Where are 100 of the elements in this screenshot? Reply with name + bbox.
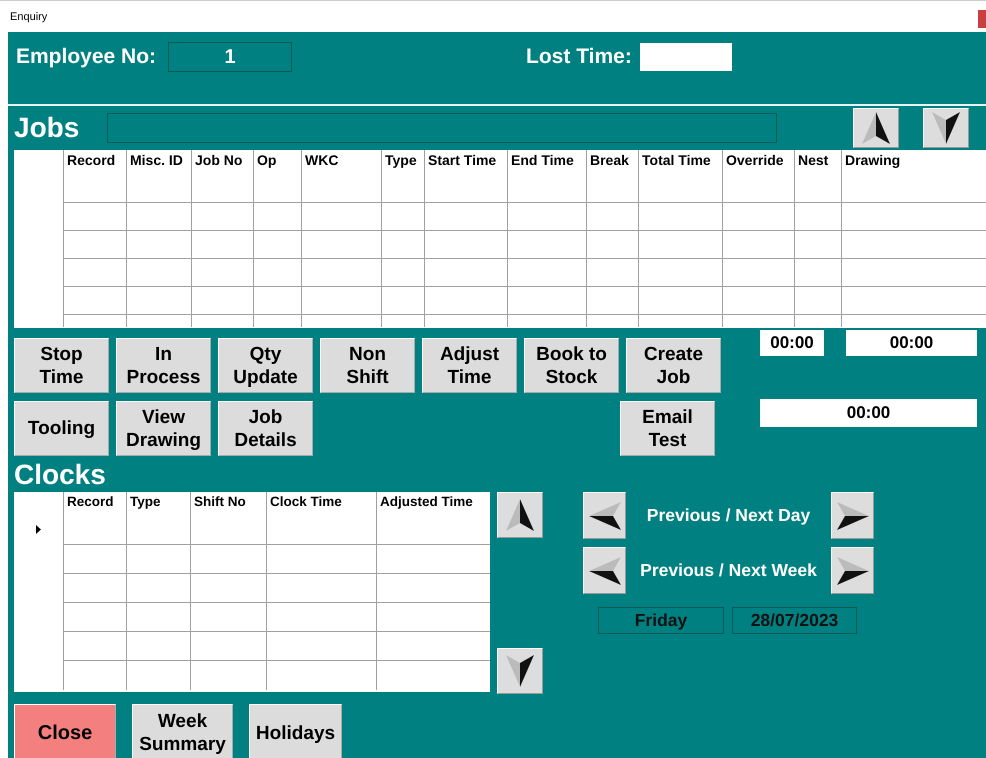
table-cell [381, 286, 424, 314]
day-navigation-label: Previous / Next Day [646, 505, 812, 526]
table-cell [586, 258, 638, 286]
time-total-field: 00:00 [760, 330, 824, 356]
table-cell [63, 286, 126, 314]
table-cell [191, 286, 253, 314]
table-cell [722, 230, 794, 258]
table-cell [63, 544, 126, 573]
action-button[interactable]: Book to Stock [524, 338, 619, 393]
table-cell [381, 202, 424, 230]
action-button[interactable]: Stop Time [14, 338, 109, 393]
employee-label: Employee No: [15, 45, 156, 69]
window-title: Enquiry [10, 10, 48, 22]
table-cell [126, 202, 191, 230]
table-cell [63, 314, 126, 327]
table-cell [126, 602, 190, 631]
column-header: Clock Time [270, 494, 342, 509]
column-header: Record [67, 152, 116, 168]
week-navigation-label: Previous / Next Week [639, 560, 818, 581]
table-cell [63, 602, 126, 631]
table-cell [191, 258, 253, 286]
table-cell [253, 230, 301, 258]
table-cell [586, 286, 638, 314]
column-header: Type [130, 494, 161, 509]
table-cell [253, 202, 301, 230]
table-cell [794, 230, 841, 258]
column-header: Job No [195, 152, 242, 168]
table-cell [794, 258, 841, 286]
next-week-button[interactable] [831, 547, 874, 594]
clocks-heading: Clocks [14, 458, 107, 490]
scroll-down-button[interactable] [497, 648, 543, 694]
table-cell [126, 230, 191, 258]
action-button[interactable]: Adjust Time [422, 338, 517, 393]
close-button[interactable]: Close [14, 704, 116, 758]
action-button[interactable]: View Drawing [116, 401, 211, 456]
table-cell [722, 202, 794, 230]
action-button[interactable]: Non Shift [320, 338, 415, 393]
table-cell [586, 314, 638, 327]
table-cell [126, 660, 190, 690]
scroll-up-button[interactable] [853, 108, 900, 148]
column-header: Record [67, 494, 114, 509]
row-pointer-icon [36, 524, 41, 534]
action-button[interactable]: Qty Update [218, 338, 313, 393]
table-cell [126, 286, 191, 314]
table-cell [586, 202, 638, 230]
column-header: Override [726, 152, 784, 168]
column-header: Start Time [428, 152, 496, 168]
table-cell [126, 314, 191, 327]
table-cell [253, 258, 301, 286]
column-header: Misc. ID [130, 152, 183, 168]
date-field: 28/07/2023 [732, 607, 857, 634]
table-cell [794, 314, 841, 327]
action-button[interactable]: In Process [116, 338, 211, 393]
table-cell [381, 258, 424, 286]
table-cell [126, 258, 191, 286]
column-header: Break [590, 152, 629, 168]
left-arrow-icon [588, 502, 620, 530]
left-arrow-icon [588, 556, 620, 584]
action-button[interactable]: Email Test [620, 401, 715, 456]
table-cell [253, 314, 301, 327]
column-header: Nest [798, 152, 828, 168]
day-field: Friday [598, 607, 724, 634]
down-arrow-icon [932, 112, 960, 144]
action-button[interactable]: Tooling [14, 401, 109, 456]
table-cell [63, 230, 126, 258]
up-arrow-icon [506, 499, 534, 531]
previous-day-button[interactable] [583, 492, 626, 539]
time-total-field: 00:00 [760, 399, 977, 427]
previous-week-button[interactable] [583, 547, 626, 594]
action-button[interactable]: Job Details [218, 401, 313, 456]
action-button[interactable]: Holidays [249, 704, 342, 758]
action-button[interactable]: Create Job [626, 338, 721, 393]
scroll-up-button[interactable] [497, 492, 543, 538]
table-cell [191, 202, 253, 230]
table-cell [191, 314, 253, 327]
employee-field[interactable]: 1 [168, 42, 292, 72]
jobs-heading: Jobs [14, 112, 80, 144]
scroll-down-button[interactable] [923, 108, 970, 148]
table-cell [126, 573, 190, 602]
column-header: Adjusted Time [380, 494, 473, 509]
column-header: Type [385, 152, 417, 168]
table-cell [191, 230, 253, 258]
table-cell [63, 202, 126, 230]
table-cell [586, 230, 638, 258]
jobs-field[interactable] [107, 113, 778, 143]
right-arrow-icon [836, 502, 868, 530]
next-day-button[interactable] [831, 492, 874, 539]
table-cell [63, 631, 126, 660]
lost-time-field[interactable] [640, 43, 732, 71]
right-arrow-icon [836, 556, 868, 584]
column-header: Op [257, 152, 276, 168]
column-header: WKC [305, 152, 338, 168]
up-arrow-icon [862, 112, 890, 144]
lost-time-label: Lost Time: [525, 45, 632, 69]
table-cell [126, 544, 190, 573]
table-cell [63, 258, 126, 286]
column-header: Drawing [845, 152, 900, 168]
action-button[interactable]: Week Summary [132, 704, 233, 758]
table-cell [722, 258, 794, 286]
column-header: End Time [511, 152, 574, 168]
